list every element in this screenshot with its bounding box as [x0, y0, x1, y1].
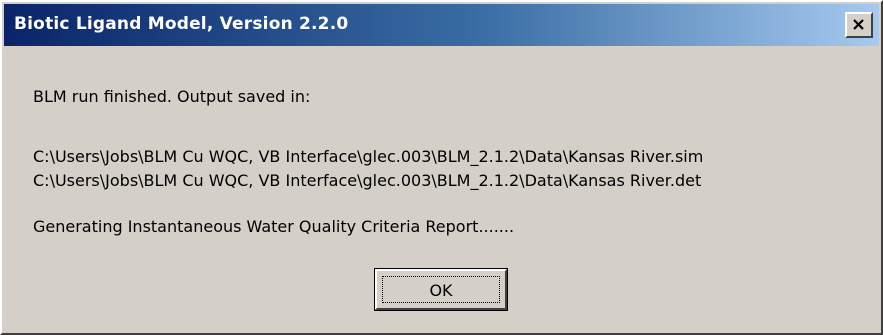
ok-button-label: OK — [429, 281, 453, 300]
status-message: Generating Instantaneous Water Quality C… — [33, 217, 515, 236]
ok-button[interactable]: OK — [374, 268, 508, 311]
title-bar[interactable]: Biotic Ligand Model, Version 2.2.0 — [4, 4, 879, 46]
output-path-det: C:\Users\Jobs\BLM Cu WQC, VB Interface\g… — [33, 171, 702, 190]
window-title: Biotic Ligand Model, Version 2.2.0 — [14, 14, 349, 34]
message-line: BLM run finished. Output saved in: — [33, 87, 311, 106]
output-path-sim: C:\Users\Jobs\BLM Cu WQC, VB Interface\g… — [33, 147, 704, 166]
close-button[interactable] — [845, 12, 873, 38]
close-icon — [853, 19, 864, 30]
message-dialog: Biotic Ligand Model, Version 2.2.0 BLM r… — [0, 0, 883, 335]
